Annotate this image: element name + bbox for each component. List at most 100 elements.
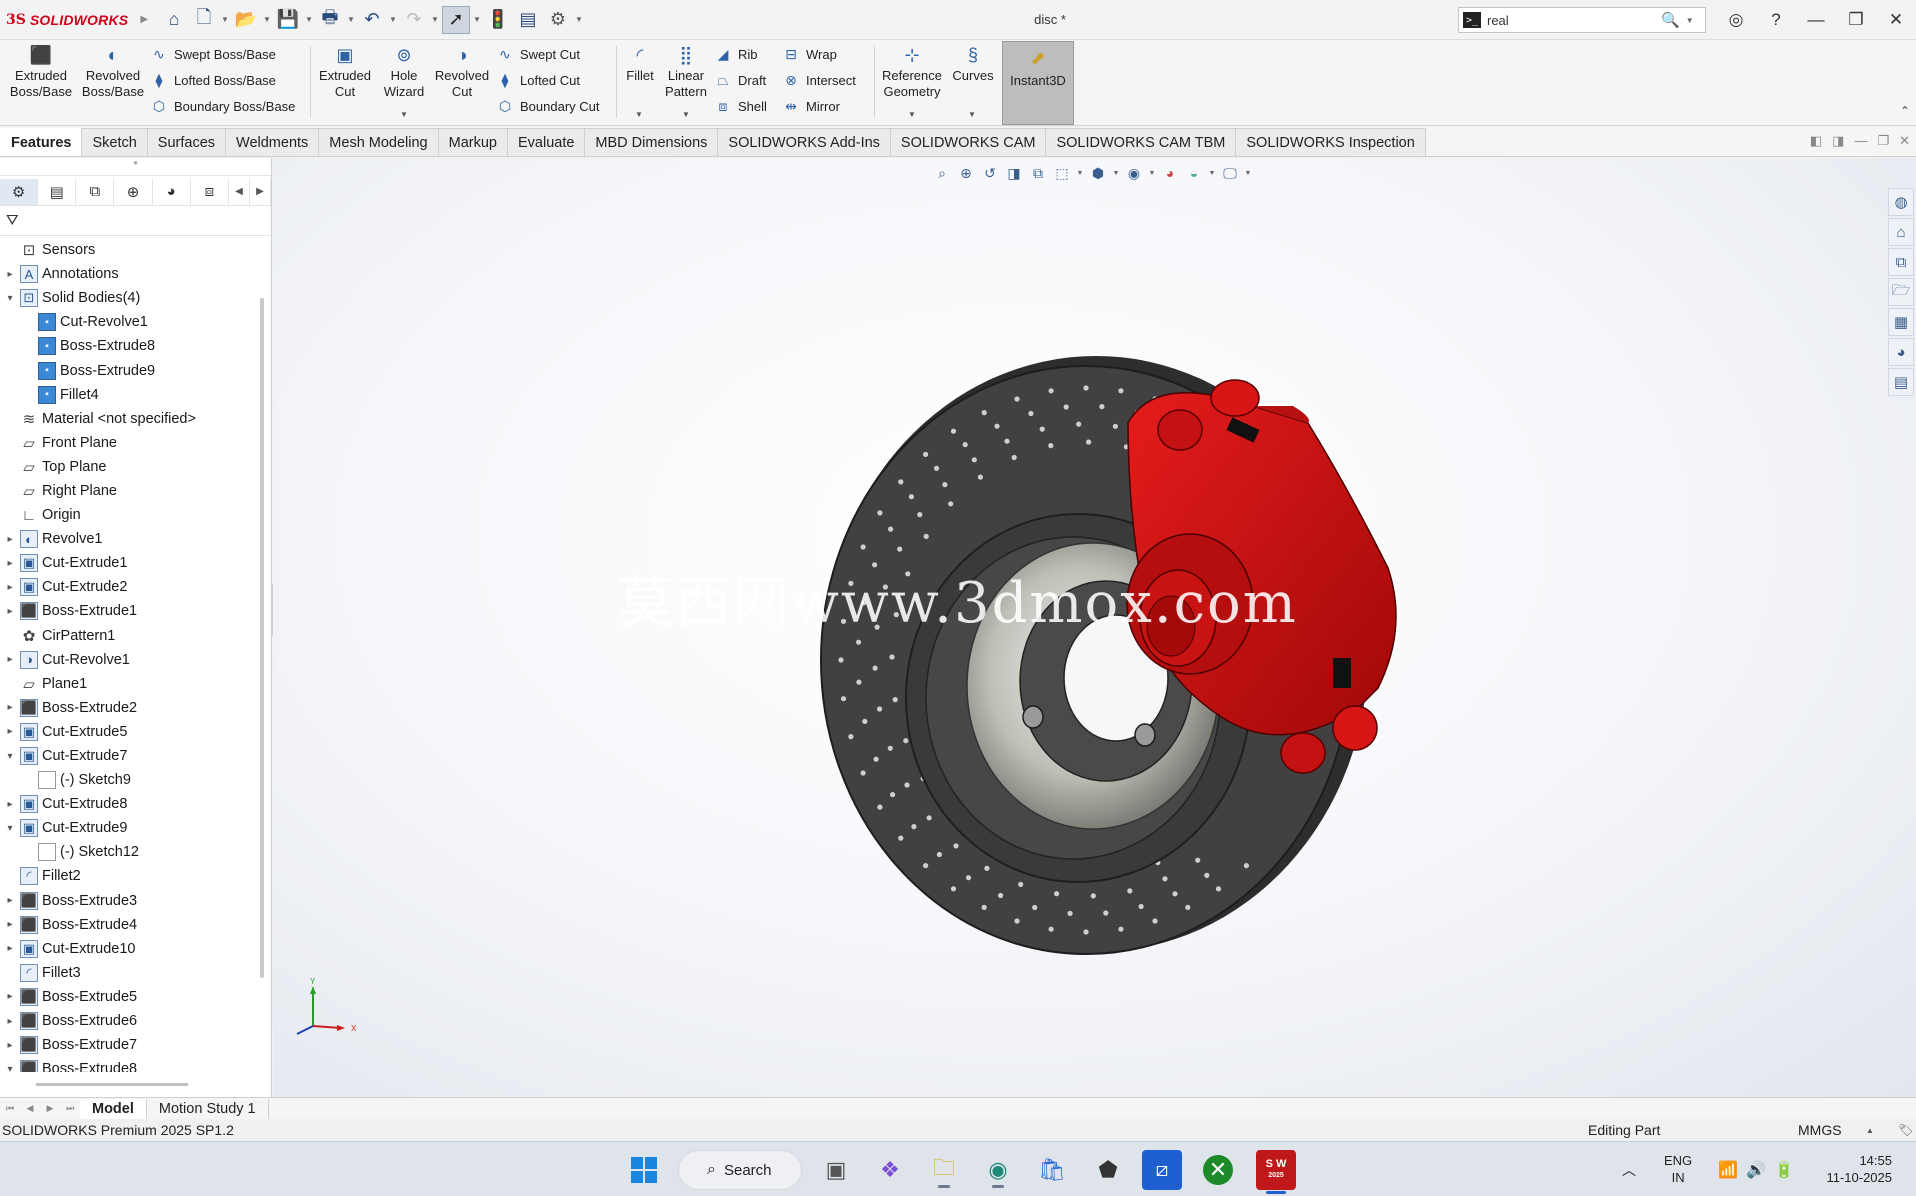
- search-icon[interactable]: 🔍: [1661, 11, 1680, 29]
- tab-solidworks-cam-tbm[interactable]: SOLIDWORKS CAM TBM: [1045, 128, 1237, 156]
- dimxpert-manager-tab-icon[interactable]: ⊕: [114, 178, 153, 205]
- unit-system-dropdown-icon[interactable]: ▲: [1866, 1126, 1874, 1135]
- new-window-icon[interactable]: ◨: [1832, 133, 1844, 149]
- open-dropdown-icon[interactable]: ▼: [262, 15, 272, 24]
- search-input[interactable]: [1487, 12, 1657, 28]
- minimize-icon[interactable]: —: [1796, 0, 1836, 40]
- expand-toggle-icon[interactable]: ▸: [0, 1016, 20, 1027]
- tree-item[interactable]: ▪ Boss-Extrude9: [0, 358, 258, 382]
- filter-icon[interactable]: ⛛: [0, 206, 271, 236]
- expand-toggle-icon[interactable]: ▸: [0, 1040, 20, 1051]
- tree-item[interactable]: ▸ ▣ Cut-Extrude1: [0, 551, 258, 575]
- search-commands-box[interactable]: >_ 🔍 ▼: [1458, 7, 1706, 33]
- task-view-icon[interactable]: ▣: [816, 1150, 856, 1190]
- undo-dropdown-icon[interactable]: ▼: [388, 15, 398, 24]
- tree-item[interactable]: ▪ Boss-Extrude8: [0, 334, 258, 358]
- expand-toggle-icon[interactable]: ▾: [0, 751, 20, 762]
- redo-dropdown-icon[interactable]: ▼: [430, 15, 440, 24]
- tree-item[interactable]: ▸ ▣ Cut-Extrude5: [0, 720, 258, 744]
- motion-study-tab[interactable]: Motion Study 1: [147, 1098, 269, 1119]
- tree-item[interactable]: ▸ ⬛ Boss-Extrude2: [0, 696, 258, 720]
- curves-dropdown-icon[interactable]: ▼: [968, 110, 976, 119]
- taskbar-search[interactable]: ⌕ Search: [678, 1150, 802, 1190]
- save-icon[interactable]: 💾: [274, 6, 302, 34]
- tree-item[interactable]: (-) Sketch9: [0, 768, 258, 792]
- extruded-cut-button[interactable]: ▣ Extruded Cut: [314, 44, 376, 120]
- expand-toggle-icon[interactable]: ▾: [0, 293, 20, 304]
- copilot-icon[interactable]: ❖: [870, 1150, 910, 1190]
- tree-item[interactable]: ◜ Fillet2: [0, 864, 258, 888]
- user-account-icon[interactable]: ◎: [1716, 0, 1756, 40]
- tree-item[interactable]: ⊡ Sensors: [0, 238, 258, 262]
- tree-item[interactable]: ∟ Origin: [0, 503, 258, 527]
- expand-toggle-icon[interactable]: ▸: [0, 726, 20, 737]
- undo-icon[interactable]: ↶: [358, 6, 386, 34]
- volume-icon[interactable]: 🔊: [1746, 1150, 1766, 1190]
- restore-icon[interactable]: ❐: [1836, 0, 1876, 40]
- expand-toggle-icon[interactable]: ▸: [0, 895, 20, 906]
- print-icon[interactable]: 🖶: [316, 6, 344, 34]
- tree-item[interactable]: ▸ ▣ Cut-Extrude2: [0, 575, 258, 599]
- close-icon[interactable]: ✕: [1876, 0, 1916, 40]
- battery-icon[interactable]: 🔋: [1774, 1150, 1794, 1190]
- swept-cut-button[interactable]: ∿ Swept Cut: [496, 43, 580, 65]
- reference-geometry-button[interactable]: ⊹ Reference Geometry: [876, 44, 948, 120]
- last-tab-icon[interactable]: ⏭: [60, 1099, 80, 1119]
- tree-item[interactable]: ▱ Top Plane: [0, 455, 258, 479]
- tree-item[interactable]: ▸ ▣ Cut-Extrude10: [0, 937, 258, 961]
- help-icon[interactable]: ?: [1756, 0, 1796, 40]
- collapse-ribbon-icon[interactable]: ⌃: [1900, 104, 1910, 118]
- draft-button[interactable]: ⏢ Draft: [714, 69, 766, 91]
- revolved-cut-button[interactable]: ◑ Revolved Cut: [432, 44, 492, 120]
- expand-toggle-icon[interactable]: ▸: [0, 943, 20, 954]
- graphics-area[interactable]: ⌕ ⊕ ↺ ◨ ⧉ ⬚ ▼ ⬢ ▼ ◉ ▼ ◕ ◒ ▼ 🖵 ▼ ◍ ⌂ ⧉ 🗁 …: [273, 158, 1916, 1097]
- tab-solidworks-inspection[interactable]: SOLIDWORKS Inspection: [1235, 128, 1426, 156]
- feature-manager-tab-icon[interactable]: ⚙: [0, 178, 39, 205]
- hole-wizard-dropdown-icon[interactable]: ▼: [400, 110, 408, 119]
- expand-toggle-icon[interactable]: ▸: [0, 558, 20, 569]
- expand-toggle-icon[interactable]: ▸: [0, 919, 20, 930]
- microsoft-store-icon[interactable]: 🛍: [1032, 1150, 1072, 1190]
- tree-item[interactable]: (-) Sketch12: [0, 840, 258, 864]
- expand-toggle-icon[interactable]: ▸: [0, 654, 20, 665]
- select-icon[interactable]: ➚: [442, 5, 470, 34]
- extruded-boss-button[interactable]: ⬛ Extruded Boss/Base: [6, 44, 76, 120]
- shell-button[interactable]: ⧈ Shell: [714, 95, 767, 117]
- wrap-button[interactable]: ⊟ Wrap: [782, 43, 837, 65]
- tab-solidworks-add-ins[interactable]: SOLIDWORKS Add-Ins: [717, 128, 891, 156]
- tile-window-icon[interactable]: ◧: [1810, 133, 1822, 149]
- tab-solidworks-cam[interactable]: SOLIDWORKS CAM: [889, 128, 1047, 156]
- new-document-dropdown-icon[interactable]: ▼: [220, 15, 230, 24]
- system-clock[interactable]: 14:55 11-10-2025: [1812, 1152, 1892, 1186]
- tree-item[interactable]: ▾ ▣ Cut-Extrude9: [0, 816, 258, 840]
- file-explorer-icon[interactable]: 🗀: [924, 1150, 964, 1190]
- tree-item[interactable]: ▱ Front Plane: [0, 431, 258, 455]
- tree-item[interactable]: ▾ ⬛ Boss-Extrude8: [0, 1057, 258, 1072]
- tab-markup[interactable]: Markup: [437, 128, 508, 156]
- tab-evaluate[interactable]: Evaluate: [506, 128, 586, 156]
- tree-item[interactable]: ▸ ▣ Cut-Extrude8: [0, 792, 258, 816]
- solidworks-taskbar-icon[interactable]: S W 2025: [1256, 1150, 1296, 1194]
- boundary-cut-button[interactable]: ⬡ Boundary Cut: [496, 95, 600, 117]
- edge-browser-icon[interactable]: ◉: [978, 1150, 1018, 1190]
- tree-item[interactable]: ▸ ⬛ Boss-Extrude4: [0, 913, 258, 937]
- tree-item[interactable]: ▸ ⬛ Boss-Extrude1: [0, 599, 258, 623]
- previous-tab-icon[interactable]: ◀: [20, 1099, 40, 1119]
- tree-item[interactable]: ▪ Cut-Revolve1: [0, 310, 258, 334]
- expand-toggle-icon[interactable]: ▸: [0, 606, 20, 617]
- tree-item[interactable]: ▸ ⬛ Boss-Extrude5: [0, 985, 258, 1009]
- solidworks-logo[interactable]: 3S SOLIDWORKS ▶: [0, 0, 148, 40]
- mirror-button[interactable]: ⇹ Mirror: [782, 95, 840, 117]
- doc-close-icon[interactable]: ✕: [1899, 133, 1910, 149]
- lofted-boss-button[interactable]: ⧫ Lofted Boss/Base: [150, 69, 276, 91]
- autodesk-icon[interactable]: ⧄: [1142, 1150, 1182, 1190]
- tree-item[interactable]: ▸ ⬛ Boss-Extrude3: [0, 889, 258, 913]
- input-language-indicator[interactable]: ENG IN: [1664, 1152, 1692, 1186]
- display-manager-tab-icon[interactable]: ◕: [153, 178, 191, 205]
- linear-pattern-button[interactable]: ⣿ Linear Pattern: [660, 44, 712, 120]
- options-icon[interactable]: ⚙: [544, 6, 572, 34]
- fillet-button[interactable]: ◜ Fillet: [620, 44, 660, 120]
- windows-start-icon[interactable]: [624, 1150, 664, 1190]
- redo-icon[interactable]: ↷: [400, 6, 428, 34]
- configuration-manager-tab-icon[interactable]: ⧉: [76, 178, 115, 205]
